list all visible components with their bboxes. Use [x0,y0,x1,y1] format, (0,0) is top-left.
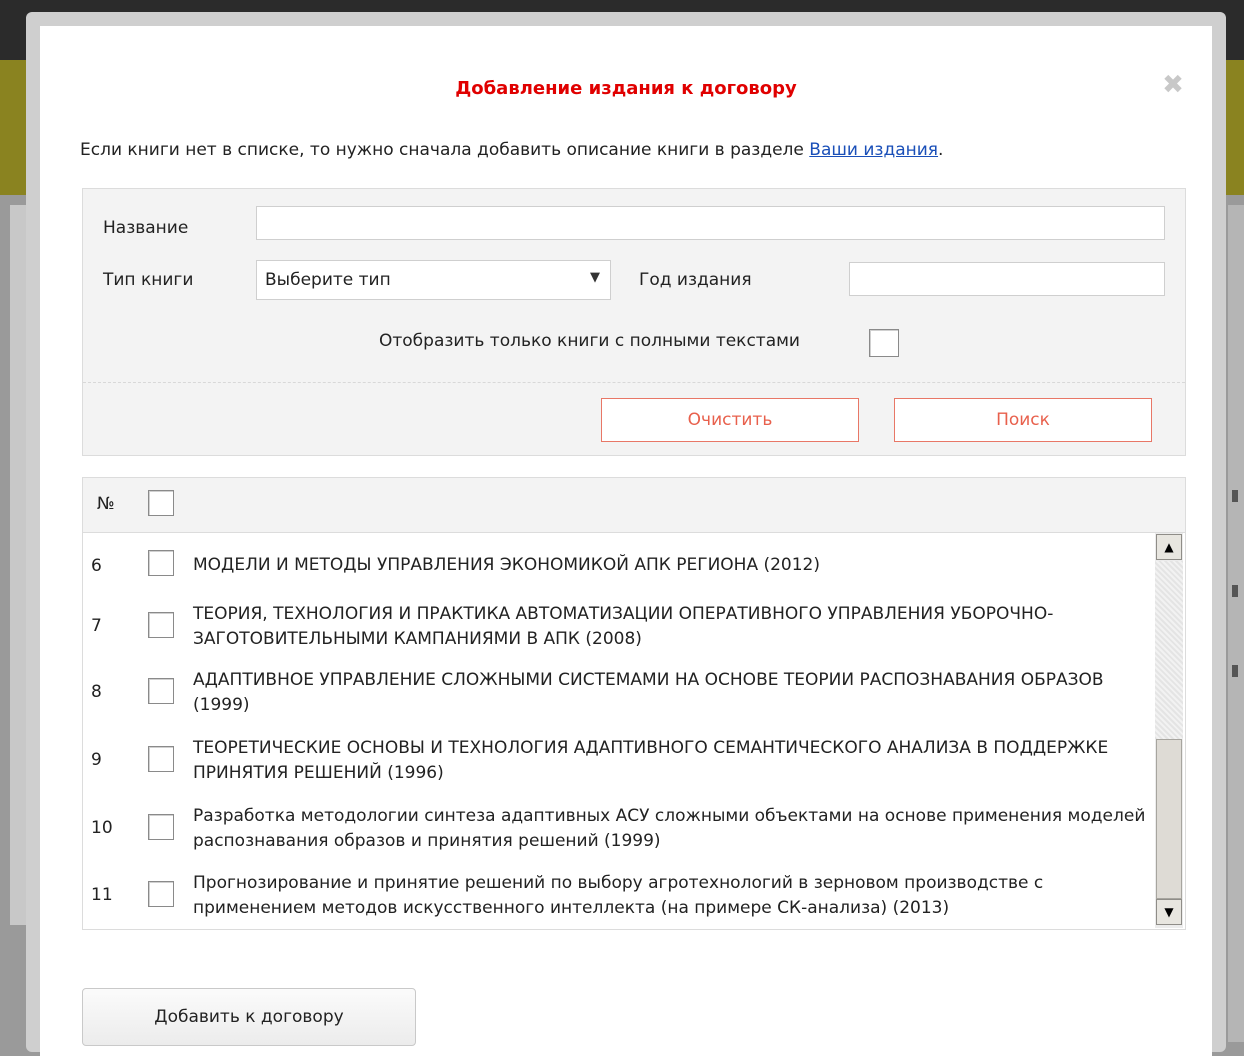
background-mark [1232,490,1238,502]
row-number: 6 [91,556,102,576]
scroll-thumb[interactable] [1156,739,1182,899]
filter-panel: Название Тип книги Выберите тип ▼ Год из… [82,188,1186,456]
table-scrollbar[interactable]: ▲ ▼ [1155,533,1183,928]
table-row[interactable]: 6 МОДЕЛИ И МЕТОДЫ УПРАВЛЕНИЯ ЭКОНОМИКОЙ … [83,550,1153,590]
name-input[interactable] [256,206,1165,240]
scroll-up-icon[interactable]: ▲ [1156,534,1182,560]
background-mark [1232,585,1238,597]
book-title: Разработка методологии синтеза адаптивны… [193,806,1146,851]
dialog-body: Добавление издания к договору ✖ Если кни… [40,26,1212,1056]
table-row[interactable]: 7 ТЕОРИЯ, ТЕХНОЛОГИЯ И ПРАКТИКА АВТОМАТИ… [83,602,1153,658]
book-title: ТЕОРИЯ, ТЕХНОЛОГИЯ И ПРАКТИКА АВТОМАТИЗА… [193,604,1054,649]
chevron-down-icon: ▼ [590,270,600,285]
row-checkbox[interactable] [148,746,174,772]
clear-button[interactable]: Очистить [601,398,859,442]
row-checkbox[interactable] [148,678,174,704]
row-checkbox[interactable] [148,612,174,638]
info-tail: . [938,140,944,160]
year-label: Год издания [639,270,752,290]
number-column-header: № [97,494,115,514]
table-row[interactable]: 11 Прогнозирование и принятие решений по… [83,871,1153,927]
scroll-track[interactable] [1155,561,1183,739]
info-message: Если книги нет в списке, то нужно сначал… [80,140,810,160]
row-checkbox[interactable] [148,550,174,576]
year-input[interactable] [849,262,1165,296]
row-number: 10 [91,818,113,838]
type-select[interactable]: Выберите тип ▼ [256,260,611,300]
row-number: 7 [91,616,102,636]
dialog: Добавление издания к договору ✖ Если кни… [26,12,1226,1056]
select-all-checkbox[interactable] [148,490,174,516]
book-title: ТЕОРЕТИЧЕСКИЕ ОСНОВЫ И ТЕХНОЛОГИЯ АДАПТИ… [193,738,1109,783]
book-title: АДАПТИВНОЕ УПРАВЛЕНИЕ СЛОЖНЫМИ СИСТЕМАМИ… [193,670,1104,715]
table-row[interactable]: 8 АДАПТИВНОЕ УПРАВЛЕНИЕ СЛОЖНЫМИ СИСТЕМА… [83,668,1153,724]
row-number: 9 [91,750,102,770]
scroll-down-icon[interactable]: ▼ [1156,899,1182,925]
search-button[interactable]: Поиск [894,398,1152,442]
book-title: МОДЕЛИ И МЕТОДЫ УПРАВЛЕНИЯ ЭКОНОМИКОЙ АП… [193,555,821,575]
books-table: № 6 МОДЕЛИ И МЕТОДЫ УПРАВЛЕНИЯ ЭКОНОМИКО… [82,477,1186,930]
type-select-value: Выберите тип [265,270,391,290]
row-checkbox[interactable] [148,881,174,907]
fulltext-label: Отобразить только книги с полными текста… [379,331,800,351]
type-label: Тип книги [103,270,194,290]
background-mark [1232,665,1238,677]
table-row[interactable]: 10 Разработка методологии синтеза адапти… [83,804,1153,860]
book-title: Прогнозирование и принятие решений по вы… [193,873,1044,918]
divider [83,382,1185,383]
row-checkbox[interactable] [148,814,174,840]
fulltext-checkbox[interactable] [869,329,899,357]
your-editions-link[interactable]: Ваши издания [809,140,938,160]
add-to-contract-button[interactable]: Добавить к договору [82,988,416,1046]
info-text: Если книги нет в списке, то нужно сначал… [80,140,943,160]
row-number: 8 [91,682,102,702]
background-panel-right [1228,205,1244,1042]
name-label: Название [103,218,189,238]
table-header: № [83,478,1185,533]
dialog-title: Добавление издания к договору [455,78,797,99]
row-number: 11 [91,885,113,905]
close-icon[interactable]: ✖ [1162,72,1184,98]
table-row[interactable]: 9 ТЕОРЕТИЧЕСКИЕ ОСНОВЫ И ТЕХНОЛОГИЯ АДАП… [83,736,1153,792]
